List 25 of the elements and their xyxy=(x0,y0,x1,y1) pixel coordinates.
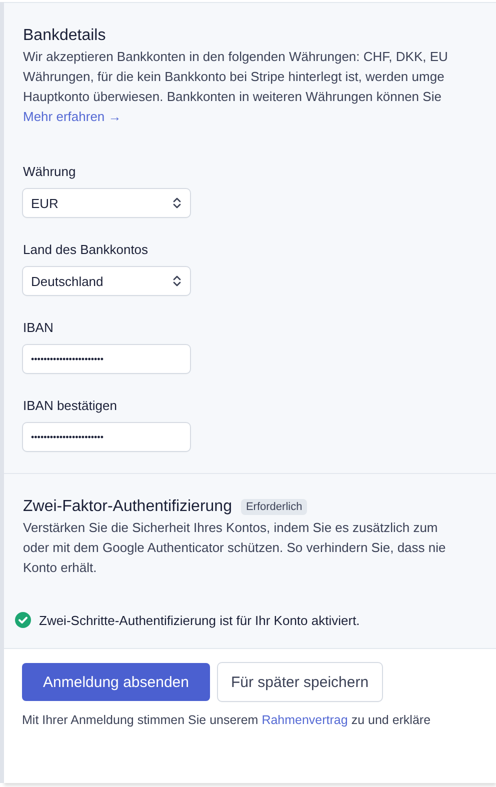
description-line: Währungen, für die kein Bankkonto bei Stripe hinterlegt ist, werden umge xyxy=(23,68,446,86)
select-field[interactable]: Deutschland xyxy=(23,267,190,295)
submit-button[interactable]: Anmeldung absenden xyxy=(22,663,210,701)
description-line: Verstärken Sie die Sicherheit Ihres Kontos, indem Sie es zusätzlich zum xyxy=(23,519,439,537)
save-button[interactable]: Für später speichern xyxy=(218,663,382,701)
section-title: Zwei-Faktor-Authentifizierung xyxy=(23,497,232,517)
field-label: Land des Bankkontos xyxy=(23,241,150,259)
password-field[interactable]: ••••••••••••••••••••••• xyxy=(23,423,190,451)
field-label: IBAN bestätigen xyxy=(23,397,118,415)
description-line: oder mit dem Google Authenticator schützen. So verhindern Sie, dass nie xyxy=(23,539,447,557)
learn-more-link[interactable]: Mehr erfahren → xyxy=(23,107,122,127)
select-field[interactable]: EUR xyxy=(23,189,190,217)
framework-agreement-link[interactable]: Rahmenvertrag xyxy=(262,713,348,727)
terms-text: Mit Ihrer Anmeldung stimmen Sie unserem Rahmenvertrag zu und erkläre xyxy=(22,713,432,727)
required-badge: Erforderlich xyxy=(240,499,308,515)
status-message: Zwei-Schritte-Authentifizierung ist für Ihr Konto aktiviert. xyxy=(39,612,360,628)
field-label: IBAN xyxy=(23,319,54,337)
chevron-updown-icon xyxy=(173,275,181,287)
password-field[interactable]: ••••••••••••••••••••••• xyxy=(23,345,190,373)
description-line: Wir akzeptieren Bankkonten in den folgenden Währungen: CHF, DKK, EU xyxy=(23,48,449,66)
field-label: Währung xyxy=(23,163,77,181)
section-title: Bankdetails xyxy=(23,26,107,46)
chevron-updown-icon xyxy=(173,197,181,209)
description-line: Hauptkonto überwiesen. Bankkonten in weiteren Währungen können Sie xyxy=(23,88,442,106)
description-line: Konto erhält. xyxy=(23,559,98,577)
